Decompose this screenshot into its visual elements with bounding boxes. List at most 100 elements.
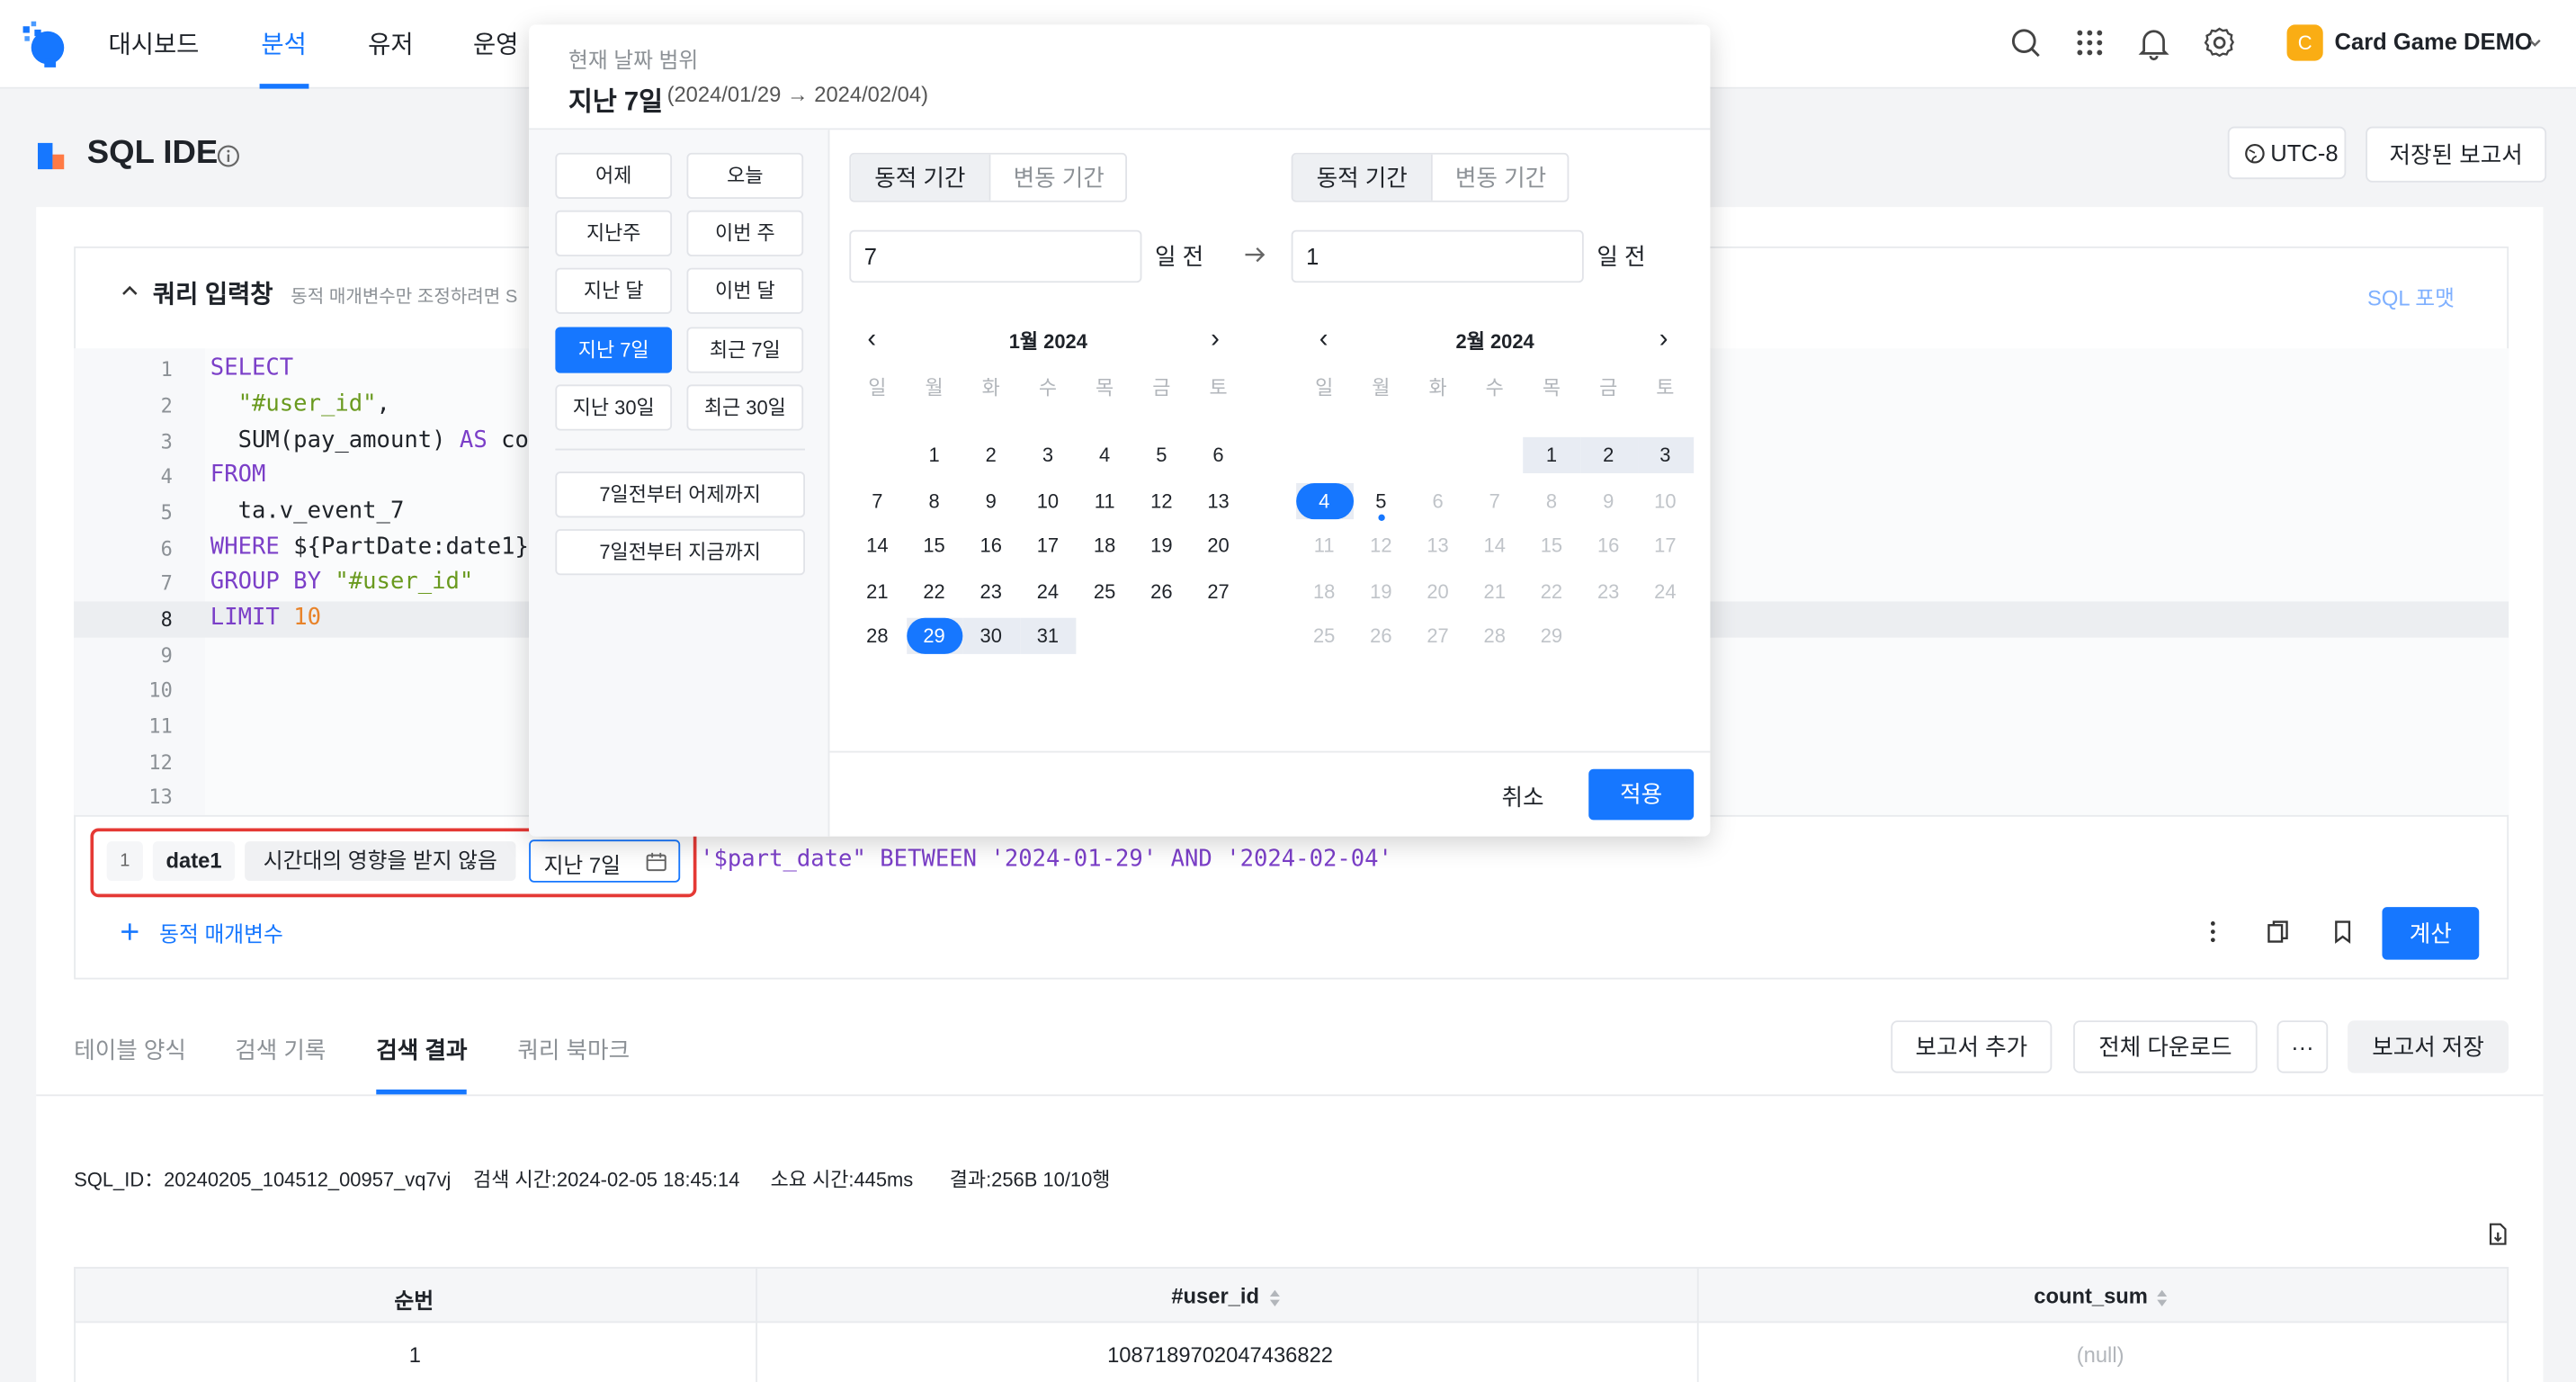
nav-analysis[interactable]: 분석 (261, 26, 306, 60)
param-name[interactable]: date1 (152, 841, 236, 881)
start-days-input[interactable]: 7 (849, 229, 1142, 283)
nav-users[interactable]: 유저 (368, 26, 413, 60)
copy-icon[interactable] (2266, 919, 2290, 945)
chevron-down-icon[interactable] (2527, 34, 2543, 50)
compute-button[interactable]: 계산 (2382, 907, 2480, 960)
start-mode-fixed[interactable]: 변동 기간 (988, 154, 1126, 201)
calendar-day[interactable]: 4 (1296, 483, 1352, 519)
calendar-day[interactable]: 2 (1580, 437, 1636, 473)
calendar-day[interactable]: 11 (1077, 483, 1132, 519)
sort-icon[interactable] (2155, 1288, 2169, 1308)
calendar-day[interactable]: 15 (907, 527, 962, 563)
calendar-day[interactable]: 22 (907, 573, 962, 609)
tab-table-style[interactable]: 테이블 양식 (74, 1034, 186, 1067)
preset-yesterday[interactable]: 어제 (555, 152, 673, 199)
calendar-day[interactable]: 7 (849, 483, 905, 519)
sort-icon[interactable] (1268, 1288, 1282, 1308)
calendar-day[interactable]: 19 (1133, 527, 1189, 563)
calendar-day[interactable]: 2 (963, 437, 1019, 473)
calendar-day[interactable]: 14 (849, 527, 905, 563)
calendar-next-button[interactable]: › (1659, 326, 1668, 355)
calendar-day[interactable]: 3 (1020, 437, 1076, 473)
calendar-day[interactable]: 20 (1190, 527, 1246, 563)
apply-button[interactable]: 적용 (1588, 768, 1695, 821)
calendar-day[interactable]: 31 (1020, 618, 1076, 654)
divider (827, 130, 830, 837)
tab-search-results[interactable]: 검색 결과 (376, 1034, 467, 1067)
saved-reports-button[interactable]: 저장된 보고서 (2366, 126, 2547, 183)
preset-recent-30-days[interactable]: 최근 30일 (686, 384, 804, 431)
settings-gear-icon[interactable] (2202, 24, 2238, 60)
calendar-day[interactable]: 30 (963, 618, 1019, 654)
calendar-day[interactable]: 10 (1020, 483, 1076, 519)
calendar-prev-button[interactable]: ‹ (867, 326, 876, 355)
calendar-day[interactable]: 16 (963, 527, 1019, 563)
tab-query-bookmarks[interactable]: 쿼리 북마크 (517, 1034, 630, 1067)
param-date-range-input[interactable]: 지난 7일 (529, 839, 681, 883)
calendar-day[interactable]: 1 (907, 437, 962, 473)
calendar-day[interactable]: 17 (1020, 527, 1076, 563)
end-mode-dynamic[interactable]: 동적 기간 (1292, 154, 1431, 201)
calendar-day: 18 (1312, 579, 1336, 604)
column-header-count-sum[interactable]: count_sum (2034, 1283, 2148, 1307)
project-badge[interactable]: C (2286, 24, 2323, 61)
preset-this-month[interactable]: 이번 달 (686, 267, 804, 314)
preset-today[interactable]: 오늘 (686, 152, 804, 199)
calendar-day[interactable]: 29 (907, 618, 962, 654)
save-report-button[interactable]: 보고서 저장 (2348, 1020, 2509, 1073)
preset-last-month[interactable]: 지난 달 (555, 267, 673, 314)
app-logo-icon[interactable] (20, 20, 66, 69)
chevron-up-icon[interactable] (120, 281, 139, 301)
calendar-day[interactable]: 25 (1077, 573, 1132, 609)
download-all-button[interactable]: 전체 다운로드 (2073, 1020, 2258, 1073)
preset-last-7-days[interactable]: 지난 7일 (555, 327, 673, 373)
calendar-day[interactable]: 13 (1190, 483, 1246, 519)
calendar-day[interactable]: 12 (1133, 483, 1189, 519)
project-name[interactable]: Card Game DEMO (2335, 28, 2533, 54)
calendar-day[interactable]: 23 (963, 573, 1019, 609)
param-timezone-select[interactable]: 시간대의 영향을 받지 않음 (245, 841, 516, 881)
preset-last-30-days[interactable]: 지난 30일 (555, 384, 673, 431)
nav-dashboard[interactable]: 대시보드 (109, 26, 200, 60)
column-header-user-id[interactable]: #user_id (1171, 1283, 1259, 1307)
bell-icon[interactable] (2135, 24, 2171, 61)
calendar-day[interactable]: 8 (907, 483, 962, 519)
calendar-day[interactable]: 1 (1524, 437, 1579, 473)
info-icon[interactable] (215, 143, 241, 169)
start-mode-dynamic[interactable]: 동적 기간 (851, 154, 989, 201)
calendar-day[interactable]: 18 (1077, 527, 1132, 563)
preset-7days-to-now[interactable]: 7일전부터 지금까지 (555, 529, 806, 576)
calendar-day[interactable]: 26 (1133, 573, 1189, 609)
bookmark-icon[interactable] (2331, 919, 2355, 945)
calendar-day[interactable]: 5 (1133, 437, 1189, 473)
tab-search-history[interactable]: 검색 기록 (235, 1034, 326, 1067)
cancel-button[interactable]: 취소 (1501, 781, 1543, 814)
timezone-button[interactable]: UTC-8 (2227, 126, 2347, 180)
preset-recent-7-days[interactable]: 최근 7일 (686, 327, 804, 373)
calendar-prev-button[interactable]: ‹ (1319, 326, 1328, 355)
calendar-day[interactable]: 3 (1637, 437, 1693, 473)
preset-this-week[interactable]: 이번 주 (686, 210, 804, 256)
calendar-day[interactable]: 27 (1190, 573, 1246, 609)
calendar-day[interactable]: 28 (849, 618, 905, 654)
calendar-day[interactable]: 4 (1077, 437, 1132, 473)
more-actions-button[interactable]: ··· (2276, 1020, 2329, 1073)
preset-last-week[interactable]: 지난주 (555, 210, 673, 256)
calendar-next-button[interactable]: › (1211, 326, 1220, 355)
preset-7days-to-yesterday[interactable]: 7일전부터 어제까지 (555, 471, 806, 518)
export-file-icon[interactable] (2486, 1223, 2509, 1246)
sql-format-link[interactable]: SQL 포맷 (2367, 281, 2455, 312)
add-report-button[interactable]: 보고서 추가 (1891, 1020, 2053, 1073)
add-parameter-button[interactable]: 동적 매개변수 (159, 917, 283, 948)
calendar-day[interactable]: 9 (963, 483, 1019, 519)
nav-operations[interactable]: 운영 (473, 26, 518, 60)
calendar-day[interactable]: 21 (849, 573, 905, 609)
calendar-day[interactable]: 24 (1020, 573, 1076, 609)
plus-icon[interactable] (119, 920, 142, 944)
end-mode-fixed[interactable]: 변동 기간 (1430, 154, 1568, 201)
more-vertical-icon[interactable] (2202, 919, 2225, 945)
end-days-input[interactable]: 1 (1291, 229, 1584, 283)
search-icon[interactable] (2008, 24, 2044, 60)
calendar-day[interactable]: 6 (1190, 437, 1246, 473)
apps-grid-icon[interactable] (2071, 24, 2107, 60)
